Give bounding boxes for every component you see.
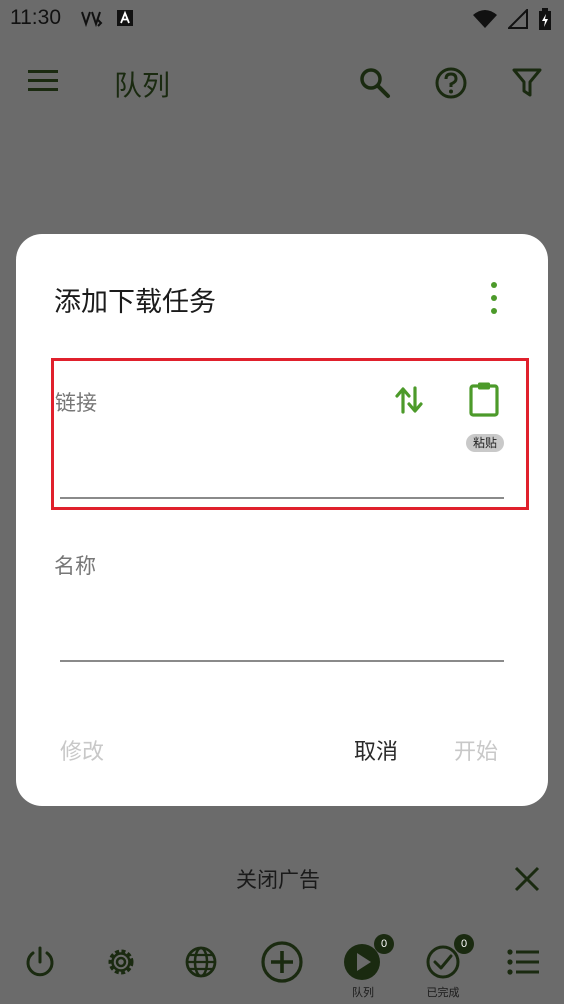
swap-vertical-icon — [395, 386, 423, 414]
gear-icon — [108, 949, 134, 975]
menu-icon[interactable] — [26, 66, 62, 96]
name-label: 名称 — [54, 554, 96, 578]
completed-badge: 0 — [454, 934, 474, 954]
add-download-dialog: 添加下载任务 链接 粘贴 名称 修改 取消 开始 — [16, 234, 548, 806]
nav-power[interactable] — [16, 938, 64, 986]
list-icon — [507, 949, 539, 975]
app-bar: 队列 — [0, 44, 564, 120]
dialog-actions: 修改 取消 开始 — [16, 734, 548, 770]
paste-button[interactable] — [464, 379, 504, 419]
help-button[interactable] — [430, 62, 472, 104]
signal-icon — [508, 9, 528, 29]
nav-add[interactable] — [258, 938, 306, 986]
paste-tooltip: 粘贴 — [466, 434, 504, 452]
filter-icon — [512, 68, 542, 97]
add-circle-icon — [261, 941, 303, 983]
nav-queue-label: 队列 — [352, 986, 374, 999]
cancel-button[interactable]: 取消 — [354, 734, 398, 766]
wifi-icon — [473, 10, 497, 28]
close-icon[interactable] — [512, 864, 542, 894]
modify-button[interactable]: 修改 — [60, 734, 104, 766]
nav-completed-label: 已完成 — [426, 986, 460, 999]
battery-icon — [539, 8, 551, 30]
dialog-title: 添加下载任务 — [54, 287, 216, 318]
globe-icon — [185, 946, 217, 978]
power-icon — [26, 946, 54, 977]
data-saver-icon — [81, 11, 103, 28]
search-button[interactable] — [354, 62, 396, 104]
nav-browser[interactable] — [177, 938, 225, 986]
filter-button[interactable] — [506, 62, 548, 104]
page-title: 队列 — [114, 69, 171, 102]
clipboard-icon — [469, 382, 499, 417]
link-label: 链接 — [55, 391, 97, 415]
name-underline — [60, 660, 504, 662]
close-ad-text[interactable]: 关闭广告 — [236, 864, 320, 894]
start-button[interactable]: 开始 — [454, 734, 498, 766]
swap-button[interactable] — [392, 383, 426, 417]
bottom-nav: 0 队列 0 已完成 — [0, 924, 564, 1004]
more-options-icon[interactable] — [484, 282, 504, 314]
nav-settings[interactable] — [97, 938, 145, 986]
name-field[interactable]: 名称 — [52, 534, 528, 664]
queue-badge: 0 — [374, 934, 394, 954]
status-time: 11:30 — [10, 6, 61, 29]
link-underline — [60, 497, 504, 499]
keyboard-a-icon — [117, 10, 133, 26]
search-icon — [360, 68, 390, 98]
help-icon — [435, 67, 467, 99]
ad-bar: 关闭广告 — [0, 852, 564, 906]
link-field[interactable]: 链接 粘贴 — [51, 358, 529, 510]
nav-list[interactable] — [499, 938, 547, 986]
status-bar: 11:30 — [0, 0, 564, 38]
